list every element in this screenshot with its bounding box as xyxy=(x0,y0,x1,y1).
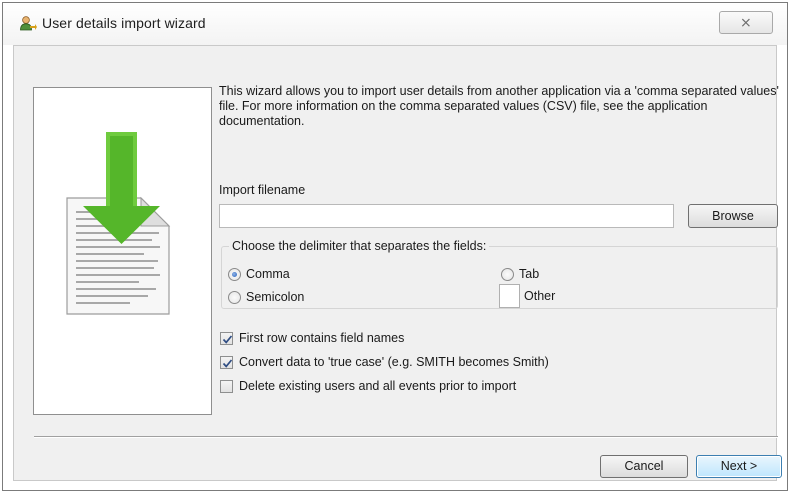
radio-tab-label: Tab xyxy=(519,267,540,281)
checkbox-convert-true-case-label: Convert data to 'true case' (e.g. SMITH … xyxy=(239,355,549,369)
side-illustration-panel xyxy=(33,87,212,415)
checkmark-icon xyxy=(222,335,233,344)
import-wizard-window: User details import wizard ⨯ This wizard… xyxy=(2,2,788,491)
window-title: User details import wizard xyxy=(42,15,206,31)
close-button[interactable]: ⨯ xyxy=(719,11,773,34)
intro-text: This wizard allows you to import user de… xyxy=(219,84,779,128)
delimiter-group-legend: Choose the delimiter that separates the … xyxy=(229,239,490,253)
checkmark-icon xyxy=(222,359,233,368)
wizard-body: This wizard allows you to import user de… xyxy=(13,45,782,481)
title-bar[interactable]: User details import wizard ⨯ xyxy=(3,3,787,45)
checkbox-unchecked[interactable] xyxy=(220,380,233,393)
checkbox-delete-existing-label: Delete existing users and all events pri… xyxy=(239,379,517,393)
close-icon: ⨯ xyxy=(740,14,752,30)
radio-semicolon-label: Semicolon xyxy=(246,290,305,304)
import-filename-input[interactable] xyxy=(219,204,674,228)
checkbox-checked[interactable] xyxy=(220,332,233,345)
browse-button[interactable]: Browse xyxy=(688,204,778,228)
checkbox-checked[interactable] xyxy=(220,356,233,369)
radio-button-checked[interactable] xyxy=(228,268,241,281)
import-document-arrow-icon xyxy=(66,132,171,315)
radio-comma-label: Comma xyxy=(246,267,290,281)
import-filename-label: Import filename xyxy=(219,183,306,197)
radio-button[interactable] xyxy=(228,291,241,304)
cancel-button[interactable]: Cancel xyxy=(600,455,688,478)
button-separator xyxy=(34,436,778,438)
next-button[interactable]: Next > xyxy=(696,455,782,478)
checkbox-first-row-label: First row contains field names xyxy=(239,331,405,345)
radio-button[interactable] xyxy=(501,268,514,281)
radio-other-label: Other xyxy=(524,289,556,303)
other-delimiter-input[interactable] xyxy=(499,284,520,308)
user-import-icon xyxy=(20,16,37,31)
